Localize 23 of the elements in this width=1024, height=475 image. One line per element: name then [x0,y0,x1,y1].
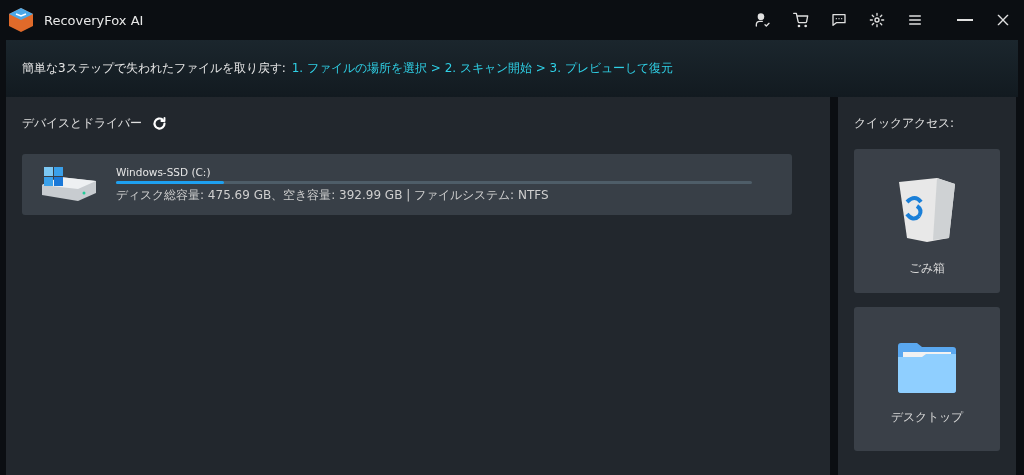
quick-access-card[interactable]: デスクトップ [854,307,1000,451]
recycle-bin-icon [897,175,957,244]
menu-icon [907,12,923,28]
banner-steps: 1. ファイルの場所を選択 > 2. スキャン開始 > 3. プレビューして復元 [291,60,673,77]
settings-icon [869,12,885,28]
quick-access-heading: クイックアクセス: [854,115,956,132]
user-check-icon [755,12,771,28]
refresh-icon [152,115,167,131]
app-logo-icon [8,7,34,33]
folder-icon [898,342,956,393]
refresh-button[interactable] [152,115,167,131]
drive-card[interactable]: Windows-SSD (C:) ディスク総容量: 475.69 GB、空き容量: 392.99 GB | ファイルシステム: NTFS [22,154,792,215]
minimize-icon [957,19,973,21]
section-heading: デバイスとドライバー [22,114,142,132]
banner-intro: 簡単な3ステップで失われたファイルを取り戻す: [22,60,286,77]
drive-details: ディスク総容量: 475.69 GB、空き容量: 392.99 GB | ファイルシステム: NTFS [116,186,550,204]
cart-icon [793,12,809,28]
drive-icon [40,166,98,203]
close-icon [995,12,1011,28]
quick-access-card[interactable]: ごみ箱 [854,149,1000,293]
chat-icon [831,12,847,28]
drive-name: Windows-SSD (C:) [116,165,212,178]
window-title: RecoveryFox AI [44,12,145,28]
